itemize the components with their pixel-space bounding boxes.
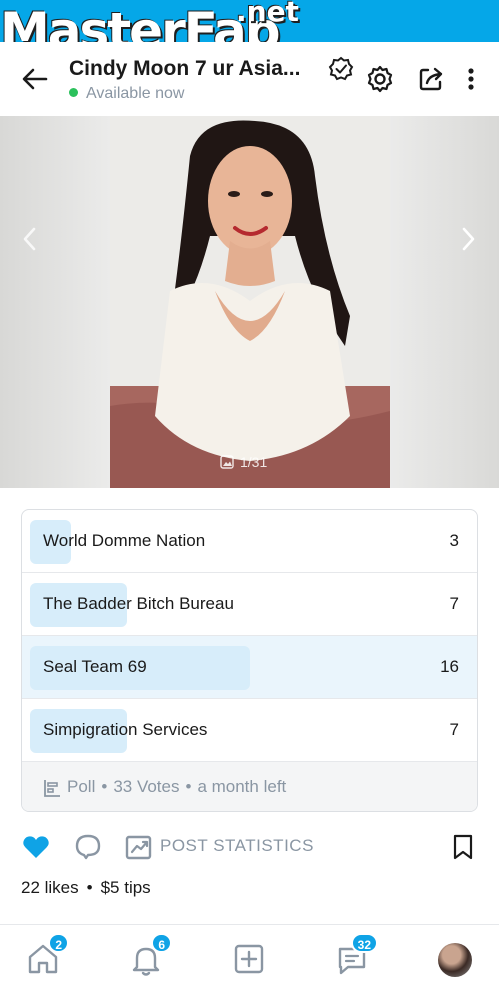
tips-amount[interactable]: $5 tips — [101, 878, 151, 897]
media-counter: 1/31 — [220, 454, 267, 470]
bottom-navigation: 2 6 32 — [0, 924, 499, 1000]
share-icon[interactable] — [416, 64, 446, 94]
poll-option-votes: 16 — [440, 657, 459, 676]
media-counter-text: 1/31 — [240, 454, 268, 470]
image-icon — [220, 455, 234, 469]
poll-option-label: Seal Team 69 — [43, 657, 147, 676]
photo-illustration — [110, 116, 390, 488]
availability-status: Available now — [69, 85, 184, 103]
watermark-tld: .net — [236, 0, 299, 28]
poll-meta: Poll • 33 Votes • a month left — [67, 777, 287, 796]
poll-option-3[interactable]: Simpigration Services 7 — [22, 699, 477, 762]
back-arrow-icon[interactable] — [20, 64, 50, 94]
poll-option-label: The Badder Bitch Bureau — [43, 594, 234, 613]
poll-option-votes: 3 — [449, 531, 459, 550]
bookmark-icon[interactable] — [448, 832, 478, 862]
likes-count[interactable]: 22 likes — [21, 878, 79, 897]
chevron-left-icon[interactable] — [18, 224, 42, 254]
carousel-next-preview — [389, 116, 499, 488]
notifications-badge: 6 — [151, 933, 172, 953]
nav-profile-avatar[interactable] — [438, 943, 472, 977]
poll: World Domme Nation 3 The Badder Bitch Bu… — [21, 509, 478, 812]
nav-notifications[interactable]: 6 — [126, 933, 172, 979]
poll-option-label: World Domme Nation — [43, 531, 206, 550]
nav-add-post[interactable] — [229, 939, 269, 979]
messages-badge: 32 — [350, 933, 378, 953]
poll-option-votes: 7 — [449, 720, 459, 739]
poll-icon — [44, 780, 60, 797]
add-post-icon — [234, 944, 264, 974]
gear-icon[interactable] — [365, 64, 395, 94]
nav-home[interactable]: 2 — [23, 933, 69, 979]
poll-option-1[interactable]: The Badder Bitch Bureau 7 — [22, 573, 477, 636]
poll-option-votes: 7 — [449, 594, 459, 613]
media-carousel[interactable]: 1/31 — [0, 116, 499, 488]
post-statistics-button[interactable]: POST STATISTICS — [160, 836, 314, 856]
poll-option-0[interactable]: World Domme Nation 3 — [22, 510, 477, 573]
poll-votes-total: 33 Votes — [113, 777, 180, 796]
heart-icon[interactable] — [21, 832, 51, 862]
poll-time-left: a month left — [197, 777, 287, 796]
post-header: Cindy Moon 7 ur Asia... Available now — [0, 42, 499, 116]
online-dot-icon — [69, 88, 78, 97]
poll-footer: Poll • 33 Votes • a month left — [22, 762, 477, 811]
availability-label: Available now — [86, 85, 185, 102]
engagement-summary: 22 likes • $5 tips — [21, 878, 151, 897]
post-photo[interactable] — [110, 116, 390, 488]
more-options-icon[interactable] — [456, 64, 486, 94]
creator-name[interactable]: Cindy Moon 7 ur Asia... — [69, 57, 300, 81]
post-actions: POST STATISTICS — [0, 826, 499, 870]
home-badge: 2 — [48, 933, 69, 953]
poll-option-2[interactable]: Seal Team 69 16 — [22, 636, 477, 699]
carousel-prev-preview — [0, 116, 110, 488]
statistics-icon[interactable] — [124, 832, 154, 862]
comment-icon[interactable] — [73, 832, 103, 862]
verified-icon — [328, 56, 354, 81]
poll-type-label: Poll — [67, 777, 96, 796]
chevron-right-icon[interactable] — [456, 224, 480, 254]
poll-option-label: Simpigration Services — [43, 720, 208, 739]
nav-messages[interactable]: 32 — [332, 933, 378, 979]
